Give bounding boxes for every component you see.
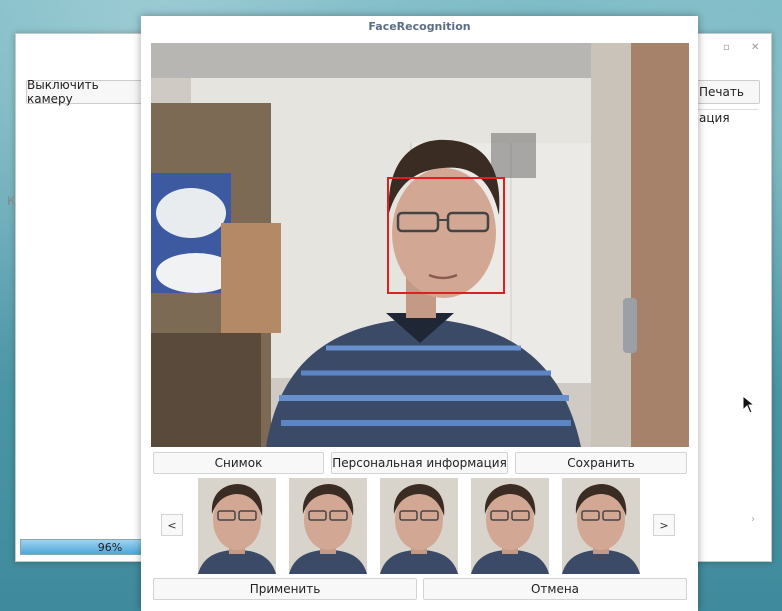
face-thumbnail-image <box>289 478 367 574</box>
face-thumbnail-image <box>471 478 549 574</box>
face-thumbnail[interactable] <box>289 478 367 574</box>
minimize-icon[interactable]: ▫ <box>723 42 730 53</box>
gallery-prev-button[interactable]: < <box>161 514 183 536</box>
print-button[interactable]: Печать <box>688 80 760 104</box>
face-recognition-dialog: FaceRecognition Снимок Персональная инфо… <box>141 16 698 611</box>
cancel-button[interactable]: Отмена <box>423 578 687 600</box>
gallery-next-button[interactable]: > <box>653 514 675 536</box>
face-thumbnail-image <box>380 478 458 574</box>
face-thumbnail[interactable] <box>380 478 458 574</box>
dialog-title: FaceRecognition <box>368 19 471 33</box>
face-thumbnail-image <box>198 478 276 574</box>
camera-frame-image <box>151 43 689 447</box>
info-label-fragment: ация <box>699 111 730 125</box>
close-icon[interactable]: ✕ <box>751 42 759 53</box>
personal-info-button[interactable]: Персональная информация <box>331 452 508 474</box>
divider <box>688 109 758 110</box>
mouse-cursor-icon <box>742 395 756 414</box>
face-thumbnail[interactable] <box>562 478 640 574</box>
snapshot-button[interactable]: Снимок <box>153 452 324 474</box>
toggle-camera-button[interactable]: Выключить камеру <box>26 78 144 106</box>
face-thumbnail[interactable] <box>198 478 276 574</box>
camera-preview <box>151 43 689 447</box>
side-label-fragment: К <box>7 194 16 208</box>
face-thumbnail[interactable] <box>471 478 549 574</box>
apply-button[interactable]: Применить <box>153 578 417 600</box>
save-button[interactable]: Сохранить <box>515 452 687 474</box>
face-thumbnail-image <box>562 478 640 574</box>
scroll-arrow-icon[interactable]: › <box>751 514 755 525</box>
